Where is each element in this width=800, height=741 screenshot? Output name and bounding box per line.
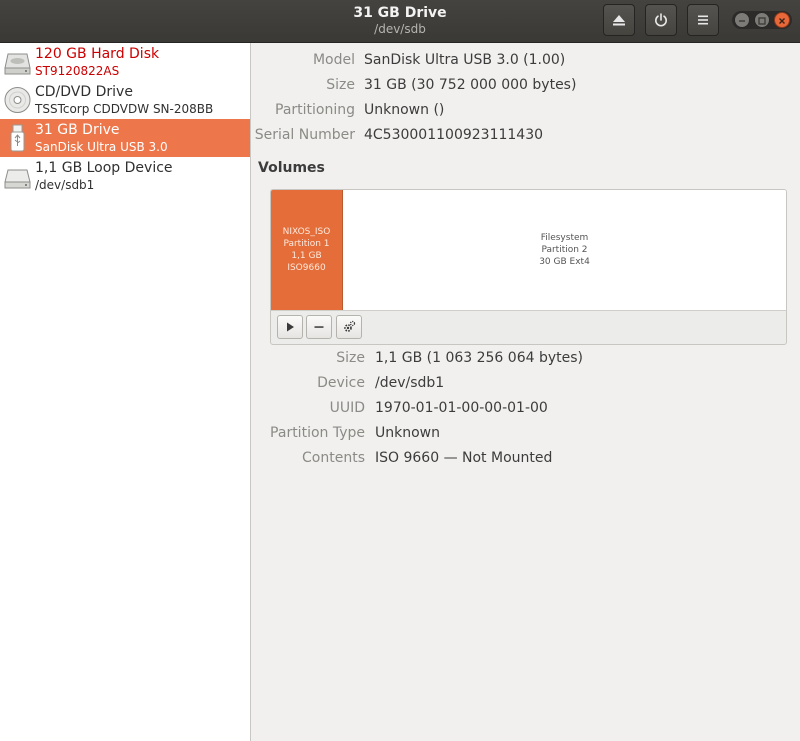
- device-detail: ST9120822AS: [35, 64, 120, 78]
- partition-settings-button[interactable]: [336, 315, 362, 339]
- partition-label: Partition 2: [541, 245, 588, 255]
- close-button[interactable]: [774, 12, 790, 28]
- serial-number-label: Serial Number: [254, 127, 355, 143]
- model-label: Model: [312, 52, 355, 68]
- partition-label: Partition 1: [283, 239, 330, 249]
- hamburger-menu-icon: [698, 15, 708, 25]
- device-name: 1,1 GB Loop Device: [35, 160, 173, 176]
- partition-2-block[interactable]: Filesystem Partition 2 30 GB Ext4: [343, 190, 786, 310]
- device-item-hard-disk[interactable]: 120 GB Hard Disk ST9120822AS: [0, 43, 250, 81]
- partition-name: Filesystem: [540, 233, 589, 243]
- partition-name: NIXOS_ISO: [282, 227, 331, 237]
- model-value: SanDisk Ultra USB 3.0 (1.00): [364, 52, 566, 68]
- partition-size-label: Size: [336, 350, 365, 366]
- loop-device-icon: [4, 169, 31, 189]
- window-controls: [732, 11, 792, 29]
- device-detail: /dev/sdb1: [35, 178, 95, 192]
- maximize-icon: [758, 17, 766, 25]
- minimize-icon: [739, 20, 745, 22]
- delete-partition-button[interactable]: [306, 315, 332, 339]
- partition-description: 30 GB Ext4: [539, 257, 590, 267]
- volumes-heading: Volumes: [258, 160, 325, 176]
- drive-menu-button[interactable]: [687, 4, 719, 36]
- contents-label: Contents: [302, 450, 365, 466]
- partition-size-value: 1,1 GB (1 063 256 064 bytes): [375, 350, 583, 366]
- size-value: 31 GB (30 752 000 000 bytes): [364, 77, 577, 93]
- device-value: /dev/sdb1: [375, 375, 445, 391]
- drive-details-pane: Model SanDisk Ultra USB 3.0 (1.00) Size …: [251, 43, 800, 741]
- window-subtitle: /dev/sdb: [374, 22, 426, 36]
- gears-icon: [344, 320, 356, 332]
- device-item-loop-device[interactable]: 1,1 GB Loop Device /dev/sdb1: [0, 157, 250, 195]
- header-bar: 31 GB Drive /dev/sdb: [0, 0, 800, 43]
- optical-disc-icon: [4, 87, 31, 113]
- uuid-label: UUID: [329, 400, 365, 416]
- device-label: Device: [317, 375, 365, 391]
- partition-1-block[interactable]: NIXOS_ISO Partition 1 1,1 GB ISO9660: [271, 190, 343, 310]
- device-name: 31 GB Drive: [35, 122, 120, 138]
- partition-description: 1,1 GB ISO9660: [287, 251, 326, 273]
- minus-icon: [314, 326, 324, 328]
- usb-drive-icon: [10, 124, 25, 152]
- serial-number-value: 4C530001100923111430: [364, 127, 544, 143]
- eject-button[interactable]: [603, 4, 635, 36]
- power-off-button[interactable]: [645, 4, 677, 36]
- partition-bar: NIXOS_ISO Partition 1 1,1 GB ISO9660 Fil…: [271, 190, 786, 311]
- partitioning-value: Unknown (): [364, 102, 445, 118]
- device-list: 120 GB Hard Disk ST9120822AS CD/DVD Driv…: [0, 43, 251, 741]
- partition-type-value: Unknown: [375, 425, 440, 441]
- play-icon: [287, 322, 294, 332]
- minimize-button[interactable]: [734, 12, 750, 28]
- partition-type-label: Partition Type: [270, 425, 365, 441]
- window-title: 31 GB Drive: [353, 5, 447, 21]
- device-item-31-gb-drive[interactable]: 31 GB Drive SanDisk Ultra USB 3.0: [0, 119, 250, 157]
- volumes-graph: NIXOS_ISO Partition 1 1,1 GB ISO9660 Fil…: [270, 189, 787, 345]
- eject-icon: [613, 15, 625, 26]
- uuid-value: 1970-01-01-00-00-01-00: [375, 400, 548, 416]
- size-label: Size: [326, 77, 355, 93]
- device-name: CD/DVD Drive: [35, 84, 133, 100]
- maximize-button[interactable]: [754, 12, 770, 28]
- partitioning-label: Partitioning: [275, 102, 355, 118]
- power-icon: [655, 13, 667, 27]
- device-item-cd-dvd-drive[interactable]: CD/DVD Drive TSSTcorp CDDVDW SN-208BB: [0, 81, 250, 119]
- device-detail: TSSTcorp CDDVDW SN-208BB: [35, 102, 214, 116]
- contents-value: ISO 9660 — Not Mounted: [375, 450, 553, 466]
- hard-disk-icon: [4, 53, 31, 75]
- device-detail: SanDisk Ultra USB 3.0: [35, 140, 168, 154]
- mount-button[interactable]: [277, 315, 303, 339]
- close-icon: [779, 18, 785, 24]
- device-name: 120 GB Hard Disk: [35, 46, 160, 62]
